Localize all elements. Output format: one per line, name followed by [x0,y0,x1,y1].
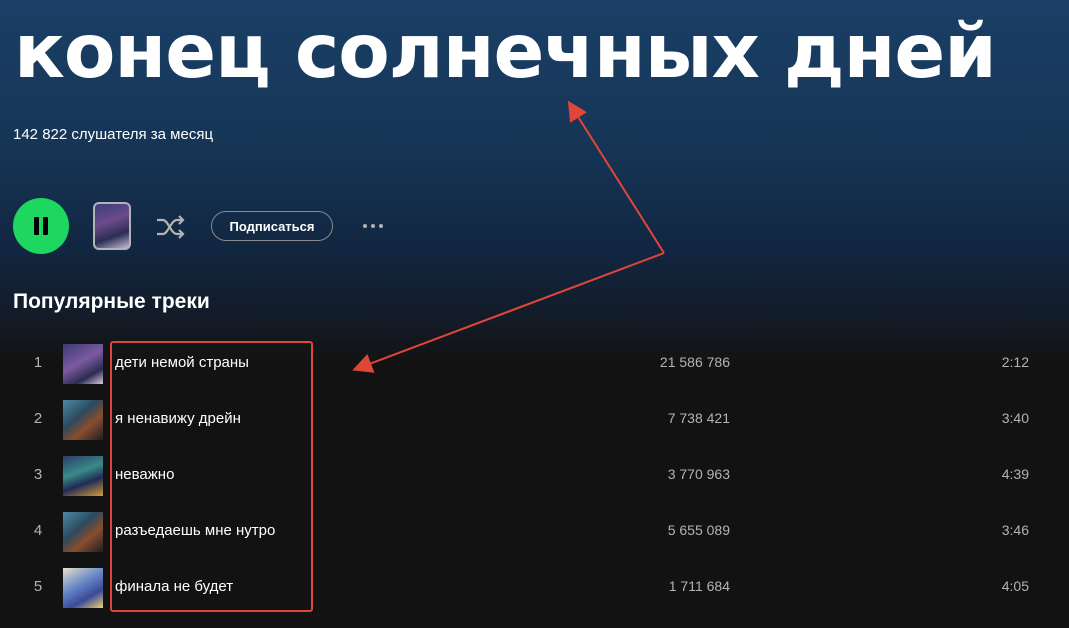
now-playing-cover[interactable] [93,202,131,250]
track-cover [63,400,103,440]
pause-button[interactable] [13,198,69,254]
track-plays: 21 586 786 [659,354,730,370]
track-title[interactable]: дети немой страны [115,354,249,371]
popular-tracks-title: Популярные треки [13,290,210,313]
track-cover [63,456,103,496]
track-title[interactable]: я ненавижу дрейн [115,410,241,427]
track-plays: 1 711 684 [668,578,730,594]
track-plays: 3 770 963 [667,466,730,482]
track-number: 2 [33,410,43,427]
track-duration: 2:12 [1001,354,1029,370]
track-plays: 7 738 421 [667,410,730,426]
track-number: 3 [33,466,43,483]
track-cover [63,344,103,384]
track-plays: 5 655 089 [667,522,730,538]
track-duration: 4:39 [1001,466,1029,482]
track-duration: 3:46 [1001,522,1029,538]
more-options-icon[interactable] [356,214,390,238]
track-cover [63,568,103,608]
track-cover [63,512,103,552]
track-row[interactable]: 4 разъедаешь мне нутро 5 655 089 3:46 [0,504,1069,560]
shuffle-icon[interactable] [153,210,187,244]
track-row[interactable]: 2 я ненавижу дрейн 7 738 421 3:40 [0,392,1069,448]
track-row[interactable]: 1 дети немой страны 21 586 786 2:12 [0,336,1069,392]
track-duration: 4:05 [1001,578,1029,594]
track-title[interactable]: финала не будет [115,578,233,595]
track-number: 4 [33,522,43,539]
artist-name: конец солнечных дней [14,7,997,95]
track-duration: 3:40 [1001,410,1029,426]
monthly-listeners: 142 822 слушателя за месяц [13,126,214,143]
follow-button[interactable]: Подписаться [211,211,333,241]
track-number: 5 [33,578,43,595]
track-title[interactable]: неважно [115,466,174,483]
track-row[interactable]: 5 финала не будет 1 711 684 4:05 [0,560,1069,616]
pause-icon [32,217,50,235]
track-row[interactable]: 3 неважно 3 770 963 4:39 [0,448,1069,504]
track-number: 1 [33,354,43,371]
track-title[interactable]: разъедаешь мне нутро [115,522,275,539]
